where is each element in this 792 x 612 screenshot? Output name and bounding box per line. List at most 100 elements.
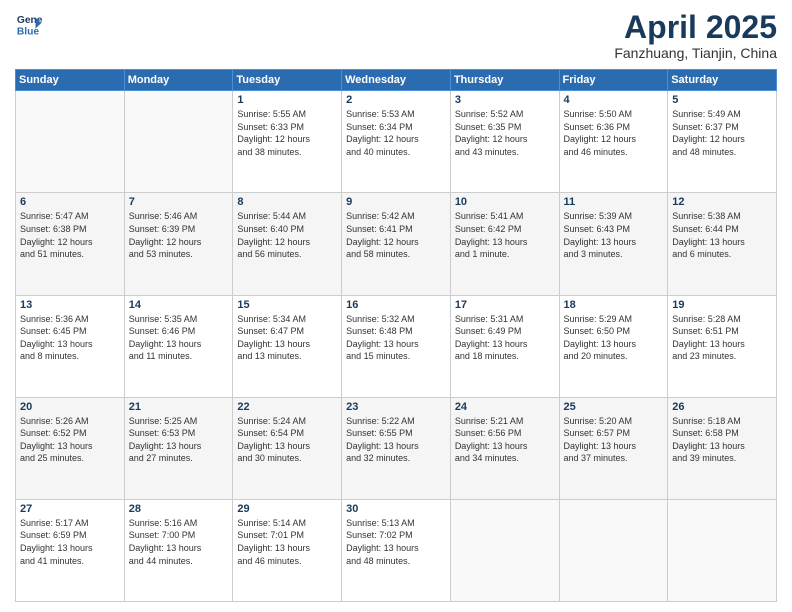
day-number: 6 <box>20 196 120 208</box>
week-row-3: 13Sunrise: 5:36 AM Sunset: 6:45 PM Dayli… <box>16 295 777 397</box>
day-number: 7 <box>129 196 229 208</box>
day-info: Sunrise: 5:32 AM Sunset: 6:48 PM Dayligh… <box>346 313 446 363</box>
day-info: Sunrise: 5:47 AM Sunset: 6:38 PM Dayligh… <box>20 210 120 260</box>
table-cell: 24 Sunrise: 5:21 AM Sunset: 6:56 PM Dayli… <box>450 397 559 499</box>
table-cell: 30 Sunrise: 5:13 AM Sunset: 7:02 PM Dayli… <box>342 499 451 601</box>
weekday-header-row: Sunday Monday Tuesday Wednesday Thursday… <box>16 70 777 91</box>
table-cell: 9 Sunrise: 5:42 AM Sunset: 6:41 PM Daylig… <box>342 193 451 295</box>
day-info: Sunrise: 5:25 AM Sunset: 6:53 PM Dayligh… <box>129 415 229 465</box>
day-number: 4 <box>564 94 664 106</box>
day-info: Sunrise: 5:34 AM Sunset: 6:47 PM Dayligh… <box>237 313 337 363</box>
day-number: 16 <box>346 299 446 311</box>
table-cell: 29 Sunrise: 5:14 AM Sunset: 7:01 PM Dayli… <box>233 499 342 601</box>
location: Fanzhuang, Tianjin, China <box>614 45 777 61</box>
day-number: 23 <box>346 401 446 413</box>
table-cell: 7 Sunrise: 5:46 AM Sunset: 6:39 PM Daylig… <box>124 193 233 295</box>
logo: General Blue <box>15 10 43 38</box>
day-number: 30 <box>346 503 446 515</box>
table-cell <box>450 499 559 601</box>
day-number: 21 <box>129 401 229 413</box>
header-tuesday: Tuesday <box>233 70 342 91</box>
day-info: Sunrise: 5:29 AM Sunset: 6:50 PM Dayligh… <box>564 313 664 363</box>
table-cell: 14 Sunrise: 5:35 AM Sunset: 6:46 PM Dayli… <box>124 295 233 397</box>
calendar-table: Sunday Monday Tuesday Wednesday Thursday… <box>15 69 777 602</box>
week-row-4: 20Sunrise: 5:26 AM Sunset: 6:52 PM Dayli… <box>16 397 777 499</box>
table-cell: 3 Sunrise: 5:52 AM Sunset: 6:35 PM Daylig… <box>450 91 559 193</box>
table-cell: 5 Sunrise: 5:49 AM Sunset: 6:37 PM Daylig… <box>668 91 777 193</box>
day-number: 15 <box>237 299 337 311</box>
day-info: Sunrise: 5:14 AM Sunset: 7:01 PM Dayligh… <box>237 517 337 567</box>
table-cell: 17 Sunrise: 5:31 AM Sunset: 6:49 PM Dayli… <box>450 295 559 397</box>
month-title: April 2025 <box>614 10 777 45</box>
day-number: 9 <box>346 196 446 208</box>
day-number: 10 <box>455 196 555 208</box>
day-number: 11 <box>564 196 664 208</box>
table-cell: 10Sunrise: 5:41 AM Sunset: 6:42 PM Dayli… <box>450 193 559 295</box>
table-cell: 26 Sunrise: 5:18 AM Sunset: 6:58 PM Dayli… <box>668 397 777 499</box>
header-thursday: Thursday <box>450 70 559 91</box>
day-number: 5 <box>672 94 772 106</box>
day-number: 13 <box>20 299 120 311</box>
calendar-page: General Blue April 2025 Fanzhuang, Tianj… <box>0 0 792 612</box>
day-info: Sunrise: 5:13 AM Sunset: 7:02 PM Dayligh… <box>346 517 446 567</box>
day-number: 19 <box>672 299 772 311</box>
header-saturday: Saturday <box>668 70 777 91</box>
day-info: Sunrise: 5:16 AM Sunset: 7:00 PM Dayligh… <box>129 517 229 567</box>
day-number: 17 <box>455 299 555 311</box>
day-number: 26 <box>672 401 772 413</box>
table-cell: 27 Sunrise: 5:17 AM Sunset: 6:59 PM Dayli… <box>16 499 125 601</box>
table-cell <box>16 91 125 193</box>
day-info: Sunrise: 5:21 AM Sunset: 6:56 PM Dayligh… <box>455 415 555 465</box>
day-number: 12 <box>672 196 772 208</box>
day-number: 25 <box>564 401 664 413</box>
day-number: 20 <box>20 401 120 413</box>
header-friday: Friday <box>559 70 668 91</box>
table-cell: 15 Sunrise: 5:34 AM Sunset: 6:47 PM Dayli… <box>233 295 342 397</box>
week-row-1: 1Sunrise: 5:55 AM Sunset: 6:33 PM Daylig… <box>16 91 777 193</box>
header-monday: Monday <box>124 70 233 91</box>
day-info: Sunrise: 5:49 AM Sunset: 6:37 PM Dayligh… <box>672 108 772 158</box>
header: General Blue April 2025 Fanzhuang, Tianj… <box>15 10 777 61</box>
day-number: 24 <box>455 401 555 413</box>
day-info: Sunrise: 5:44 AM Sunset: 6:40 PM Dayligh… <box>237 210 337 260</box>
day-info: Sunrise: 5:18 AM Sunset: 6:58 PM Dayligh… <box>672 415 772 465</box>
table-cell: 8Sunrise: 5:44 AM Sunset: 6:40 PM Daylig… <box>233 193 342 295</box>
day-info: Sunrise: 5:38 AM Sunset: 6:44 PM Dayligh… <box>672 210 772 260</box>
week-row-2: 6 Sunrise: 5:47 AM Sunset: 6:38 PM Daylig… <box>16 193 777 295</box>
day-number: 18 <box>564 299 664 311</box>
day-number: 28 <box>129 503 229 515</box>
day-info: Sunrise: 5:39 AM Sunset: 6:43 PM Dayligh… <box>564 210 664 260</box>
table-cell: 6 Sunrise: 5:47 AM Sunset: 6:38 PM Daylig… <box>16 193 125 295</box>
day-info: Sunrise: 5:17 AM Sunset: 6:59 PM Dayligh… <box>20 517 120 567</box>
table-cell: 2Sunrise: 5:53 AM Sunset: 6:34 PM Daylig… <box>342 91 451 193</box>
header-sunday: Sunday <box>16 70 125 91</box>
day-info: Sunrise: 5:35 AM Sunset: 6:46 PM Dayligh… <box>129 313 229 363</box>
day-info: Sunrise: 5:46 AM Sunset: 6:39 PM Dayligh… <box>129 210 229 260</box>
table-cell: 21 Sunrise: 5:25 AM Sunset: 6:53 PM Dayli… <box>124 397 233 499</box>
day-number: 14 <box>129 299 229 311</box>
table-cell: 11 Sunrise: 5:39 AM Sunset: 6:43 PM Dayli… <box>559 193 668 295</box>
day-number: 1 <box>237 94 337 106</box>
day-info: Sunrise: 5:42 AM Sunset: 6:41 PM Dayligh… <box>346 210 446 260</box>
day-info: Sunrise: 5:52 AM Sunset: 6:35 PM Dayligh… <box>455 108 555 158</box>
table-cell: 28 Sunrise: 5:16 AM Sunset: 7:00 PM Dayli… <box>124 499 233 601</box>
title-block: April 2025 Fanzhuang, Tianjin, China <box>614 10 777 61</box>
day-number: 3 <box>455 94 555 106</box>
table-cell: 12 Sunrise: 5:38 AM Sunset: 6:44 PM Dayli… <box>668 193 777 295</box>
table-cell: 20Sunrise: 5:26 AM Sunset: 6:52 PM Dayli… <box>16 397 125 499</box>
day-number: 22 <box>237 401 337 413</box>
day-info: Sunrise: 5:20 AM Sunset: 6:57 PM Dayligh… <box>564 415 664 465</box>
table-cell <box>559 499 668 601</box>
day-info: Sunrise: 5:31 AM Sunset: 6:49 PM Dayligh… <box>455 313 555 363</box>
table-cell: 22Sunrise: 5:24 AM Sunset: 6:54 PM Dayli… <box>233 397 342 499</box>
table-cell: 18 Sunrise: 5:29 AM Sunset: 6:50 PM Dayli… <box>559 295 668 397</box>
table-cell: 25 Sunrise: 5:20 AM Sunset: 6:57 PM Dayli… <box>559 397 668 499</box>
day-info: Sunrise: 5:53 AM Sunset: 6:34 PM Dayligh… <box>346 108 446 158</box>
table-cell: 4Sunrise: 5:50 AM Sunset: 6:36 PM Daylig… <box>559 91 668 193</box>
table-cell: 1Sunrise: 5:55 AM Sunset: 6:33 PM Daylig… <box>233 91 342 193</box>
day-number: 29 <box>237 503 337 515</box>
day-number: 27 <box>20 503 120 515</box>
day-info: Sunrise: 5:28 AM Sunset: 6:51 PM Dayligh… <box>672 313 772 363</box>
day-info: Sunrise: 5:22 AM Sunset: 6:55 PM Dayligh… <box>346 415 446 465</box>
header-wednesday: Wednesday <box>342 70 451 91</box>
